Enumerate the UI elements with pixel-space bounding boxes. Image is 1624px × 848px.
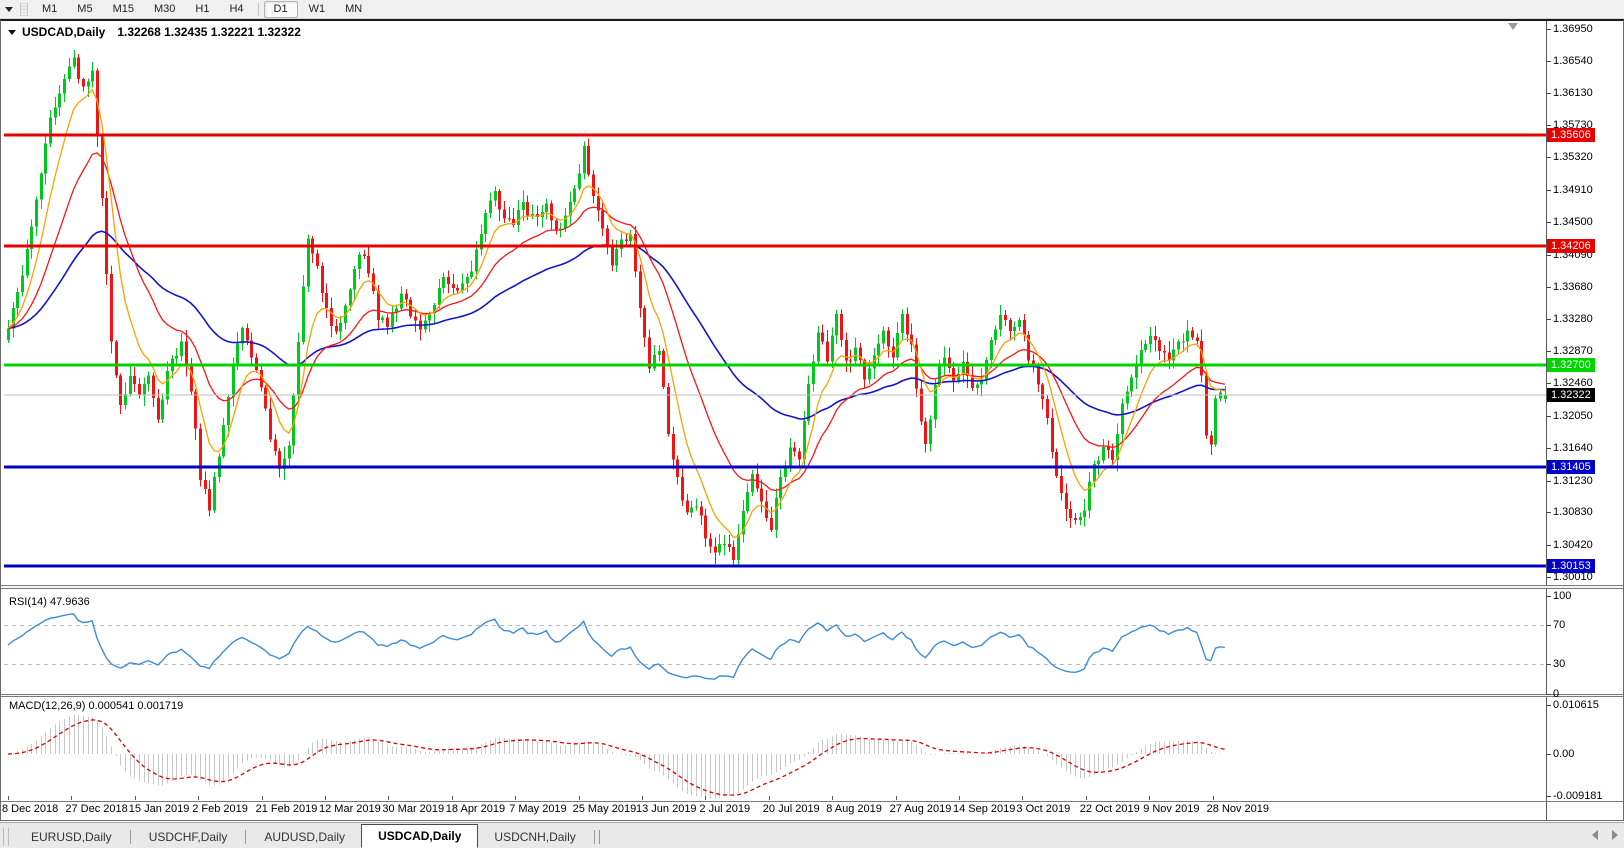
toolbar-separator <box>258 3 259 16</box>
macd-panel <box>8 715 1226 799</box>
fast-ma <box>8 90 1225 538</box>
tab-usdcnh[interactable]: USDCNH,Daily <box>478 827 591 848</box>
mid-ma <box>8 153 1225 491</box>
timeframe-button-w1[interactable]: W1 <box>300 1 335 18</box>
moving-averages <box>8 90 1225 538</box>
caret-down-icon <box>5 7 13 12</box>
panel-divider-macd-bottom <box>1 801 1623 802</box>
candlesticks <box>7 50 1227 566</box>
tab-scroll-left-button[interactable] <box>1592 830 1598 840</box>
timeframe-button-m1[interactable]: M1 <box>33 1 66 18</box>
timeframe-button-m30[interactable]: M30 <box>145 1 184 18</box>
timeframe-button-h1[interactable]: H1 <box>186 1 218 18</box>
timeframe-button-mn[interactable]: MN <box>336 1 371 18</box>
toolbar-grip-icon[interactable] <box>20 3 28 16</box>
tab-separator <box>245 830 246 844</box>
tab-separator <box>594 830 595 844</box>
tab-usdcad[interactable]: USDCAD,Daily <box>361 824 478 848</box>
tabbar-grip-icon <box>3 828 9 846</box>
panel-divider-rsi-macd[interactable] <box>1 694 1623 697</box>
timeframe-button-m15[interactable]: M15 <box>104 1 143 18</box>
tab-eurusd[interactable]: EURUSD,Daily <box>15 827 128 848</box>
tab-scroll-right-button[interactable] <box>1612 830 1618 840</box>
chart-canvas[interactable] <box>0 0 1624 848</box>
timeframe-button-m5[interactable]: M5 <box>68 1 101 18</box>
toolbar: M1M5M15M30H1H4 D1W1MN <box>0 0 1624 19</box>
tab-audusd[interactable]: AUDUSD,Daily <box>248 827 361 848</box>
rsi-line <box>8 614 1225 679</box>
mt4-window: M1M5M15M30H1H4D1W1MN USDCAD,Daily 1.3226… <box>0 0 1624 848</box>
macd-signal-line <box>8 720 1225 795</box>
tab-scroll-arrows <box>1592 830 1618 840</box>
price-axis-border <box>1546 21 1547 820</box>
chart-shift-marker-icon <box>1508 23 1518 30</box>
timeframe-button-d1[interactable]: D1 <box>264 1 298 18</box>
timeframe-buttons: M1M5M15M30H1H4 D1W1MN <box>32 0 372 19</box>
tab-separator <box>599 830 600 844</box>
rsi-panel <box>4 614 1546 679</box>
panel-divider-main-rsi[interactable] <box>1 585 1623 589</box>
macd-histogram <box>9 715 1226 799</box>
symbol-tabs: EURUSD,DailyUSDCHF,DailyAUDUSD,DailyUSDC… <box>15 824 602 848</box>
timeframe-button-h4[interactable]: H4 <box>220 1 252 18</box>
chart-dropdown-button[interactable] <box>0 1 18 18</box>
tab-separator <box>130 830 131 844</box>
tab-usdchf[interactable]: USDCHF,Daily <box>133 827 244 848</box>
tab-bar: EURUSD,DailyUSDCHF,DailyAUDUSD,DailyUSDC… <box>0 822 1624 848</box>
